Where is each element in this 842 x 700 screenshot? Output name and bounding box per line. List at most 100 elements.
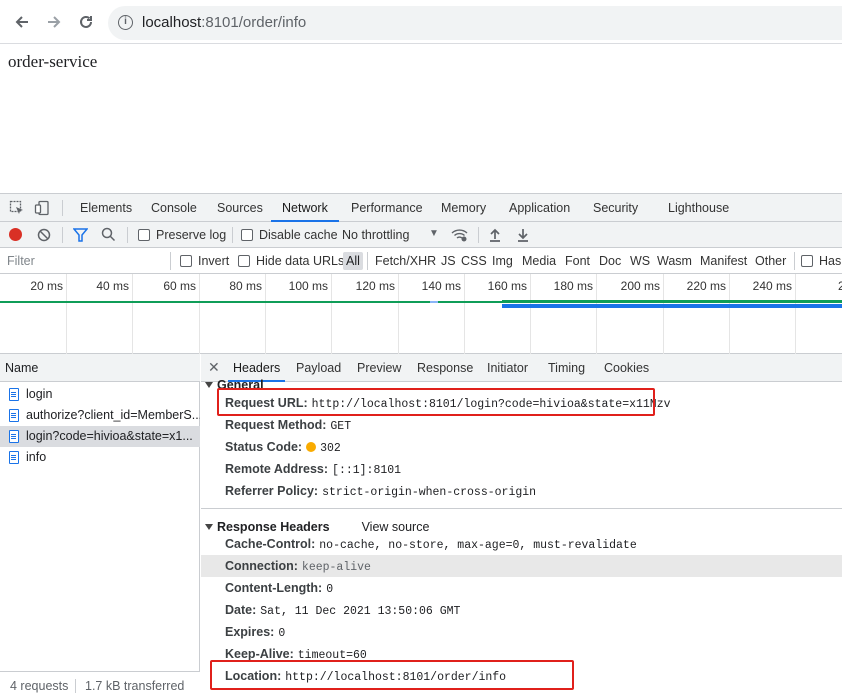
timeline-gridline (530, 274, 531, 354)
tab-sources[interactable]: Sources (217, 194, 263, 222)
view-source-link[interactable]: View source (362, 520, 430, 534)
response-headers-section-header[interactable]: Response Headers View source (205, 520, 429, 534)
type-filter-other[interactable]: Other (755, 254, 786, 268)
browser-toolbar: i localhost:8101/order/info (0, 0, 842, 44)
tab-cookies[interactable]: Cookies (604, 354, 649, 382)
name-column-header[interactable]: Name (0, 354, 200, 382)
tab-network[interactable]: Network (271, 194, 339, 222)
timeline-tick-label: 120 ms (355, 279, 395, 293)
tab-performance[interactable]: Performance (351, 194, 423, 222)
download-icon[interactable] (516, 227, 530, 247)
network-toolbar: Preserve log Disable cache No throttling… (0, 222, 842, 248)
inspect-element-icon[interactable] (9, 200, 25, 216)
request-detail-panel: ✕ Headers Payload Preview Response Initi… (201, 354, 842, 699)
page-body-text: order-service (8, 52, 98, 71)
type-filter-all[interactable]: All (343, 252, 363, 270)
request-row[interactable]: authorize?client_id=MemberS... (0, 405, 200, 426)
timeline-gridline (464, 274, 465, 354)
hide-data-urls-checkbox[interactable] (238, 255, 250, 267)
network-timeline[interactable]: 20 ms 40 ms 60 ms 80 ms 100 ms 120 ms 140 ms 16… (0, 274, 842, 354)
highlight-box-location (210, 660, 574, 690)
tab-timing[interactable]: Timing (548, 354, 585, 382)
has-blocked-cookies-label: Has (819, 254, 842, 268)
header-row-content-length: Content-Length: 0 (225, 581, 334, 596)
toolbar-separator (127, 227, 128, 243)
collapse-triangle-icon (205, 524, 213, 530)
devtools-tab-bar: Elements Console Sources Network Perform… (0, 194, 842, 222)
network-lower-panel: Name login authorize?client_id=MemberS..… (0, 354, 842, 699)
request-row-selected[interactable]: login?code=hivioa&state=x1... (0, 426, 200, 447)
url-text[interactable]: localhost:8101/order/info (142, 14, 306, 31)
clear-icon[interactable] (37, 228, 51, 247)
tab-lighthouse[interactable]: Lighthouse (668, 194, 729, 222)
tab-security[interactable]: Security (593, 194, 638, 222)
timeline-tick-label: 60 ms (163, 279, 196, 293)
arrow-right-icon[interactable] (44, 12, 64, 32)
timeline-tick-label: 240 ms (752, 279, 792, 293)
disable-cache-checkbox[interactable] (241, 229, 253, 241)
toolbar-separator (62, 200, 63, 216)
record-icon[interactable] (9, 228, 22, 241)
detail-tab-bar: ✕ Headers Payload Preview Response Initi… (201, 354, 842, 382)
search-icon[interactable] (101, 227, 116, 247)
upload-icon[interactable] (488, 227, 502, 247)
reload-icon[interactable] (76, 12, 96, 32)
type-filter-js[interactable]: JS (441, 254, 456, 268)
header-row-cache-control: Cache-Control: no-cache, no-store, max-ag… (225, 537, 637, 552)
devtools-panel: Elements Console Sources Network Perform… (0, 193, 842, 699)
arrow-left-icon[interactable] (12, 12, 32, 32)
timeline-tick-label: 100 ms (288, 279, 328, 293)
timeline-bar-blue (502, 304, 842, 308)
type-filter-font[interactable]: Font (565, 254, 590, 268)
type-filter-ws[interactable]: WS (630, 254, 650, 268)
device-toolbar-icon[interactable] (34, 200, 50, 216)
preserve-log-checkbox[interactable] (138, 229, 150, 241)
invert-label: Invert (198, 254, 230, 268)
tab-elements[interactable]: Elements (80, 194, 132, 222)
timeline-gridline (398, 274, 399, 354)
preserve-log-label: Preserve log (156, 228, 227, 242)
type-filter-wasm[interactable]: Wasm (657, 254, 692, 268)
tab-payload[interactable]: Payload (296, 354, 341, 382)
tab-memory[interactable]: Memory (441, 194, 486, 222)
type-filter-media[interactable]: Media (522, 254, 556, 268)
tab-response[interactable]: Response (417, 354, 473, 382)
network-conditions-icon[interactable] (451, 227, 468, 248)
timeline-gridline (265, 274, 266, 354)
tab-application[interactable]: Application (509, 194, 570, 222)
timeline-bar-green (502, 300, 842, 303)
header-row-status-code: Status Code: 302 (225, 440, 341, 455)
type-filter-fetch-xhr[interactable]: Fetch/XHR (375, 254, 436, 268)
status-dot-icon (306, 442, 317, 452)
document-icon (9, 409, 19, 422)
timeline-bar-early (0, 301, 502, 303)
timeline-gridline (132, 274, 133, 354)
type-filter-doc[interactable]: Doc (599, 254, 621, 268)
tab-preview[interactable]: Preview (357, 354, 401, 382)
timeline-tick-label: 80 ms (229, 279, 262, 293)
timeline-gridline (663, 274, 664, 354)
filter-input[interactable]: Filter (7, 254, 35, 268)
close-icon[interactable]: ✕ (208, 359, 220, 376)
filter-icon[interactable] (72, 228, 89, 247)
collapse-triangle-icon (205, 382, 213, 388)
toolbar-separator (170, 252, 171, 270)
site-info-icon[interactable]: i (118, 15, 133, 30)
chevron-down-icon[interactable]: ▼ (429, 228, 439, 239)
request-name: info (26, 450, 47, 464)
request-row[interactable]: info (0, 447, 200, 468)
type-filter-manifest[interactable]: Manifest (700, 254, 747, 268)
network-summary-bar: 4 requests 1.7 kB transferred (0, 671, 200, 699)
invert-checkbox[interactable] (180, 255, 192, 267)
type-filter-img[interactable]: Img (492, 254, 513, 268)
address-bar[interactable]: i localhost:8101/order/info (108, 6, 842, 40)
timeline-tick-label: 160 ms (487, 279, 527, 293)
request-row[interactable]: login (0, 384, 200, 405)
type-filter-css[interactable]: CSS (461, 254, 487, 268)
timeline-tick-label: 200 ms (620, 279, 660, 293)
tab-console[interactable]: Console (151, 194, 197, 222)
has-blocked-cookies-checkbox[interactable] (801, 255, 813, 267)
tab-initiator[interactable]: Initiator (487, 354, 528, 382)
hide-data-urls-label: Hide data URLs (256, 254, 345, 268)
throttling-select[interactable]: No throttling (342, 228, 409, 242)
